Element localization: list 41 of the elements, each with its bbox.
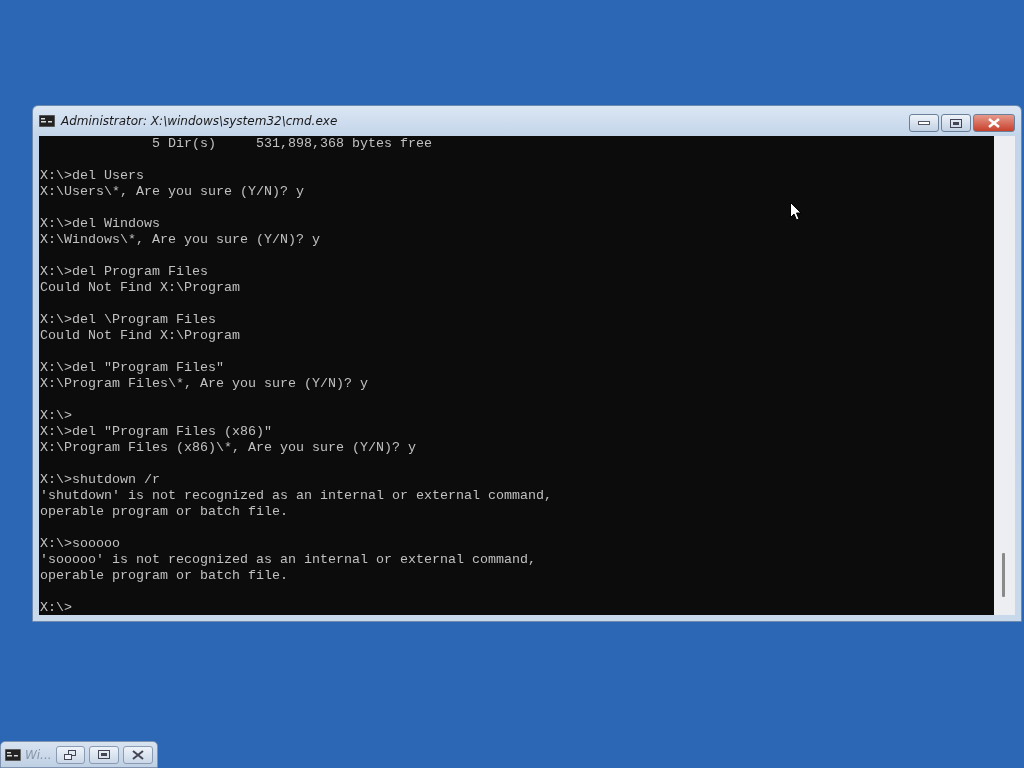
close-icon	[132, 749, 145, 760]
console-icon	[39, 115, 55, 127]
console-line: Could Not Find X:\Program	[40, 280, 241, 296]
minimize-button[interactable]	[909, 114, 939, 132]
restore-icon	[64, 749, 77, 760]
console-line: X:\Users\*, Are you sure (Y/N)? y	[40, 184, 305, 200]
console-line: X:\>del "Program Files"	[40, 360, 225, 376]
console-line: X:\>del "Program Files (x86)"	[40, 424, 273, 440]
maximize-button[interactable]	[89, 745, 120, 764]
console-line: 'sooooo' is not recognized as an internal or external command,	[40, 552, 537, 568]
console-line: X:\>del \Program Files	[40, 312, 217, 328]
minimize-icon	[918, 121, 930, 125]
console-line: operable program or batch file.	[40, 504, 289, 520]
scrollbar[interactable]	[994, 136, 1015, 615]
console-line: X:\>del Windows	[40, 216, 161, 232]
console-line: X:\>del Users	[40, 168, 145, 184]
scroll-thumb[interactable]	[1002, 553, 1005, 597]
console-line: X:\Windows\*, Are you sure (Y/N)? y	[40, 232, 321, 248]
restore-button[interactable]	[55, 745, 86, 764]
maximize-button[interactable]	[941, 114, 971, 132]
console-line: operable program or batch file.	[40, 568, 289, 584]
minimized-window-title: Wi...	[24, 747, 52, 762]
console-line: X:\Program Files (x86)\*, Are you sure (Y/N)? y	[40, 440, 417, 456]
close-button[interactable]	[973, 114, 1015, 132]
console-line: X:\>shutdown /r	[40, 472, 161, 488]
console-line: X:\>sooooo	[40, 536, 121, 552]
close-icon	[988, 118, 1000, 128]
maximize-icon	[950, 118, 962, 128]
console-line: X:\Program Files\*, Are you sure (Y/N)? y	[40, 376, 369, 392]
minimized-window[interactable]: Wi...	[0, 741, 158, 768]
console-line: X:\>	[40, 600, 73, 615]
cursor-icon	[790, 202, 802, 221]
console-line: Could Not Find X:\Program	[40, 328, 241, 344]
window-title: Administrator: X:\windows\system32\cmd.exe	[61, 114, 339, 128]
maximize-icon	[98, 750, 111, 759]
console-line: X:\>del Program Files	[40, 264, 209, 280]
console-icon	[5, 748, 21, 761]
close-button[interactable]	[123, 745, 153, 764]
console-line: X:\>	[40, 408, 73, 424]
console-line: 5 Dir(s) 531,898,368 bytes free	[150, 136, 433, 152]
console-line: 'shutdown' is not recognized as an internal or external command,	[40, 488, 553, 504]
